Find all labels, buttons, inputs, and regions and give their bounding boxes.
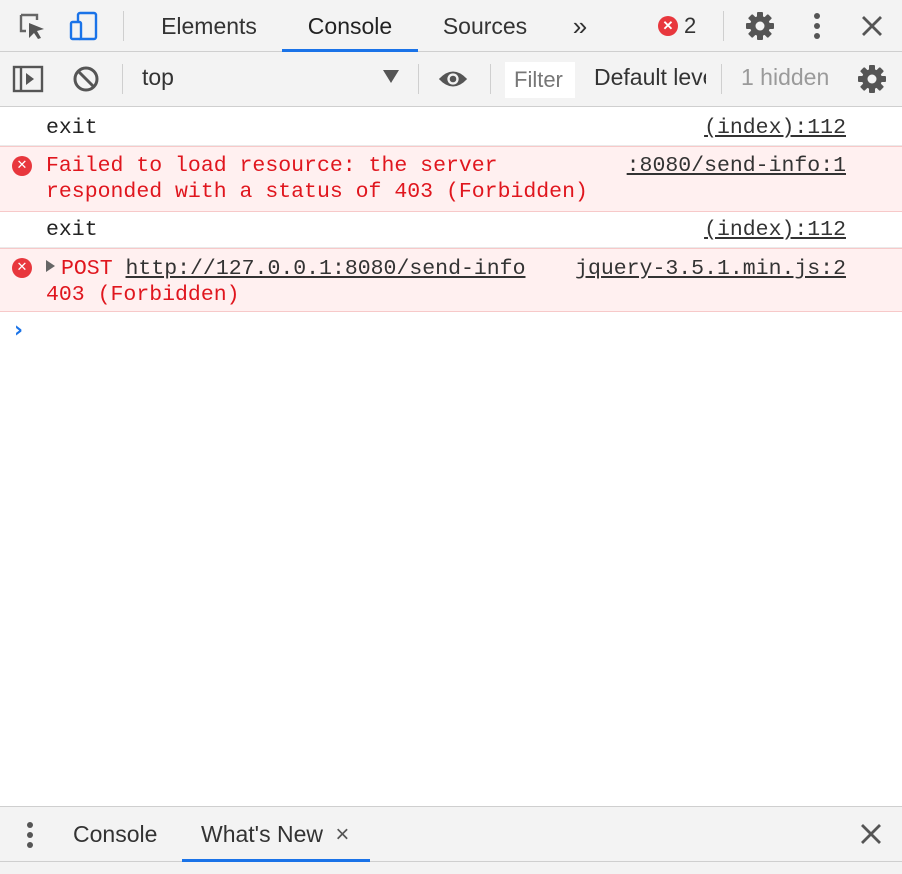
console-message-error: ✕ POST http://127.0.0.1:8080/send-info 4… <box>0 248 902 312</box>
drawer-content-edge <box>0 862 902 874</box>
error-count: 2 <box>684 13 697 38</box>
console-toolbar: top Filter Default levels 1 hidden <box>0 52 902 107</box>
drawer-tab-whats-new[interactable]: What's New × <box>182 807 370 862</box>
message-source-link[interactable]: (index):112 <box>704 217 846 243</box>
settings-gear-icon[interactable] <box>744 10 776 42</box>
clear-console-icon[interactable] <box>70 63 102 95</box>
request-method: POST <box>61 257 113 281</box>
console-settings-gear-icon[interactable] <box>856 63 888 95</box>
request-status: 403 (Forbidden) <box>46 283 240 307</box>
toolbar-divider <box>723 11 724 41</box>
close-drawer-icon[interactable] <box>860 823 882 850</box>
drawer-tab-label: What's New <box>201 821 323 847</box>
message-source-link[interactable]: :8080/send-info:1 <box>627 153 846 179</box>
drawer-tab-console[interactable]: Console <box>73 807 157 862</box>
drawer-menu-icon[interactable] <box>24 819 36 856</box>
error-icon: ✕ <box>12 258 32 278</box>
error-icon: ✕ <box>12 156 32 176</box>
message-text: Failed to load resource: the server resp… <box>46 154 588 204</box>
expand-triangle-icon[interactable] <box>46 260 55 272</box>
toolbar-divider <box>418 64 419 94</box>
console-message-error: ✕ Failed to load resource: the server re… <box>0 146 902 212</box>
network-error-line[interactable]: POST http://127.0.0.1:8080/send-info <box>46 256 525 282</box>
tab-sources[interactable]: Sources <box>440 0 530 52</box>
close-icon[interactable] <box>856 10 888 42</box>
message-source-link[interactable]: (index):112 <box>704 115 846 141</box>
inspect-element-icon[interactable] <box>16 10 48 42</box>
request-url-link[interactable]: http://127.0.0.1:8080/send-info <box>126 257 526 281</box>
close-tab-icon[interactable]: × <box>335 821 349 848</box>
live-expression-eye-icon[interactable] <box>437 63 469 95</box>
console-prompt-chevron-icon[interactable]: › <box>14 318 23 343</box>
message-text: exit <box>46 116 98 140</box>
error-counter[interactable]: ✕ 2 <box>658 12 696 40</box>
more-tabs-button[interactable]: » <box>566 0 594 52</box>
toolbar-divider <box>721 64 722 94</box>
toolbar-divider <box>122 64 123 94</box>
tab-console[interactable]: Console <box>282 0 418 52</box>
hidden-messages-count: 1 hidden <box>741 64 830 90</box>
kebab-menu-icon[interactable] <box>801 10 833 42</box>
toolbar-divider <box>123 11 124 41</box>
context-selector[interactable]: top <box>142 64 174 91</box>
toolbar-divider <box>490 64 491 94</box>
context-dropdown-arrow-icon[interactable] <box>383 70 399 83</box>
filter-input[interactable]: Filter <box>505 62 575 98</box>
device-toolbar-icon[interactable] <box>68 10 100 42</box>
devtools-tab-bar: Elements Console Sources » ✕ 2 <box>0 0 902 52</box>
message-text: exit <box>46 218 98 242</box>
drawer-tab-bar: Console What's New × <box>0 806 902 862</box>
tab-elements[interactable]: Elements <box>158 0 260 52</box>
console-message-log: exit (index):112 <box>0 110 902 146</box>
error-badge-icon: ✕ <box>658 16 678 36</box>
sidebar-toggle-icon[interactable] <box>12 63 44 95</box>
console-message-log: exit (index):112 <box>0 212 902 248</box>
message-source-link[interactable]: jquery-3.5.1.min.js:2 <box>575 256 846 282</box>
log-levels-dropdown[interactable]: Default levels <box>594 64 706 91</box>
